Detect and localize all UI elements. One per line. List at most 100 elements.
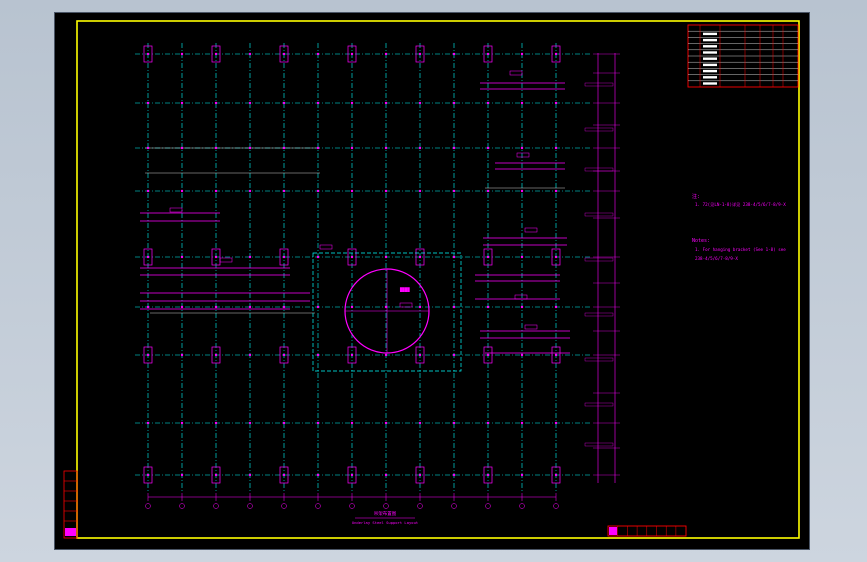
node-marker (486, 146, 490, 150)
node-marker (146, 473, 150, 477)
node-marker (282, 305, 286, 309)
node-marker (418, 52, 422, 56)
level-tag (584, 257, 614, 262)
node-marker (316, 189, 320, 193)
node-marker (282, 421, 286, 425)
node-marker (486, 52, 490, 56)
node-marker (146, 255, 150, 259)
node-marker (146, 189, 150, 193)
title-block-stamp (607, 525, 687, 537)
node-marker (316, 353, 320, 357)
member-tag (399, 302, 413, 308)
node-marker (248, 146, 252, 150)
node-marker (554, 353, 558, 357)
node-marker (384, 189, 388, 193)
node-marker (418, 353, 422, 357)
node-marker (146, 305, 150, 309)
node-marker (282, 255, 286, 259)
node-marker (452, 473, 456, 477)
node-marker (350, 255, 354, 259)
notes-heading-en: Notes: (692, 238, 710, 244)
node-marker (316, 52, 320, 56)
node-marker (452, 52, 456, 56)
cad-drawing-canvas[interactable]: ████ 注: 1. 72(见LN-1-8)详见 238-4/5/6/7-8/9… (55, 13, 809, 549)
axis-bubble (179, 503, 185, 509)
node-marker (418, 255, 422, 259)
node-marker (520, 146, 524, 150)
level-tag (584, 167, 614, 172)
level-tag (584, 312, 614, 317)
node-marker (452, 421, 456, 425)
cad-viewport[interactable]: ████ 注: 1. 72(见LN-1-8)详见 238-4/5/6/7-8/9… (0, 0, 867, 562)
axis-bubble (145, 503, 151, 509)
plan-title-en: Underlay Steel Support Layout (352, 520, 418, 525)
node-marker (384, 255, 388, 259)
node-marker (554, 473, 558, 477)
node-marker (350, 146, 354, 150)
node-marker (452, 146, 456, 150)
tank-outline: ████ (312, 252, 462, 372)
node-marker (180, 146, 184, 150)
node-marker (520, 255, 524, 259)
node-marker (180, 421, 184, 425)
node-marker (554, 101, 558, 105)
node-marker (282, 101, 286, 105)
table-cell-text (703, 51, 717, 54)
node-marker (520, 101, 524, 105)
node-marker (452, 101, 456, 105)
node-marker (486, 473, 490, 477)
node-marker (418, 473, 422, 477)
axis-bubble (519, 503, 525, 509)
node-marker (214, 473, 218, 477)
node-marker (350, 305, 354, 309)
node-marker (248, 305, 252, 309)
member-tag (319, 244, 333, 250)
note-cn: 1. 72(见LN-1-8)详见 238-4/5/6/7-8/9-X (695, 201, 786, 208)
node-marker (384, 146, 388, 150)
node-marker (316, 101, 320, 105)
node-marker (384, 473, 388, 477)
node-marker (520, 473, 524, 477)
node-marker (418, 146, 422, 150)
node-marker (350, 421, 354, 425)
node-marker (554, 52, 558, 56)
node-marker (520, 52, 524, 56)
material-table (687, 24, 799, 88)
node-marker (146, 421, 150, 425)
node-marker (214, 305, 218, 309)
node-marker (554, 305, 558, 309)
node-marker (248, 189, 252, 193)
node-marker (486, 255, 490, 259)
axis-bubble (247, 503, 253, 509)
table-cell-text (703, 38, 717, 42)
node-marker (180, 189, 184, 193)
node-marker (282, 146, 286, 150)
axis-bubble (383, 503, 389, 509)
dimension-line-bottom (145, 493, 559, 509)
node-marker (350, 52, 354, 56)
node-marker (146, 101, 150, 105)
node-marker (452, 353, 456, 357)
axis-bubble (417, 503, 423, 509)
member-tag (524, 227, 538, 233)
node-marker (316, 421, 320, 425)
member-tag (514, 294, 528, 300)
level-tag (584, 402, 614, 407)
node-marker (350, 101, 354, 105)
node-marker (350, 473, 354, 477)
node-marker (282, 52, 286, 56)
level-tag (584, 442, 614, 447)
node-marker (282, 189, 286, 193)
node-marker (384, 421, 388, 425)
axis-bubble (485, 503, 491, 509)
node-marker (486, 305, 490, 309)
node-marker (180, 473, 184, 477)
node-marker (146, 353, 150, 357)
table-cell-text (703, 69, 717, 73)
node-marker (554, 189, 558, 193)
svg-text:████: ████ (399, 287, 410, 292)
node-marker (316, 146, 320, 150)
dimension-line-right (584, 53, 620, 483)
steel-supports (140, 70, 570, 354)
drawing-sheet[interactable]: ████ 注: 1. 72(见LN-1-8)详见 238-4/5/6/7-8/9… (55, 13, 809, 549)
